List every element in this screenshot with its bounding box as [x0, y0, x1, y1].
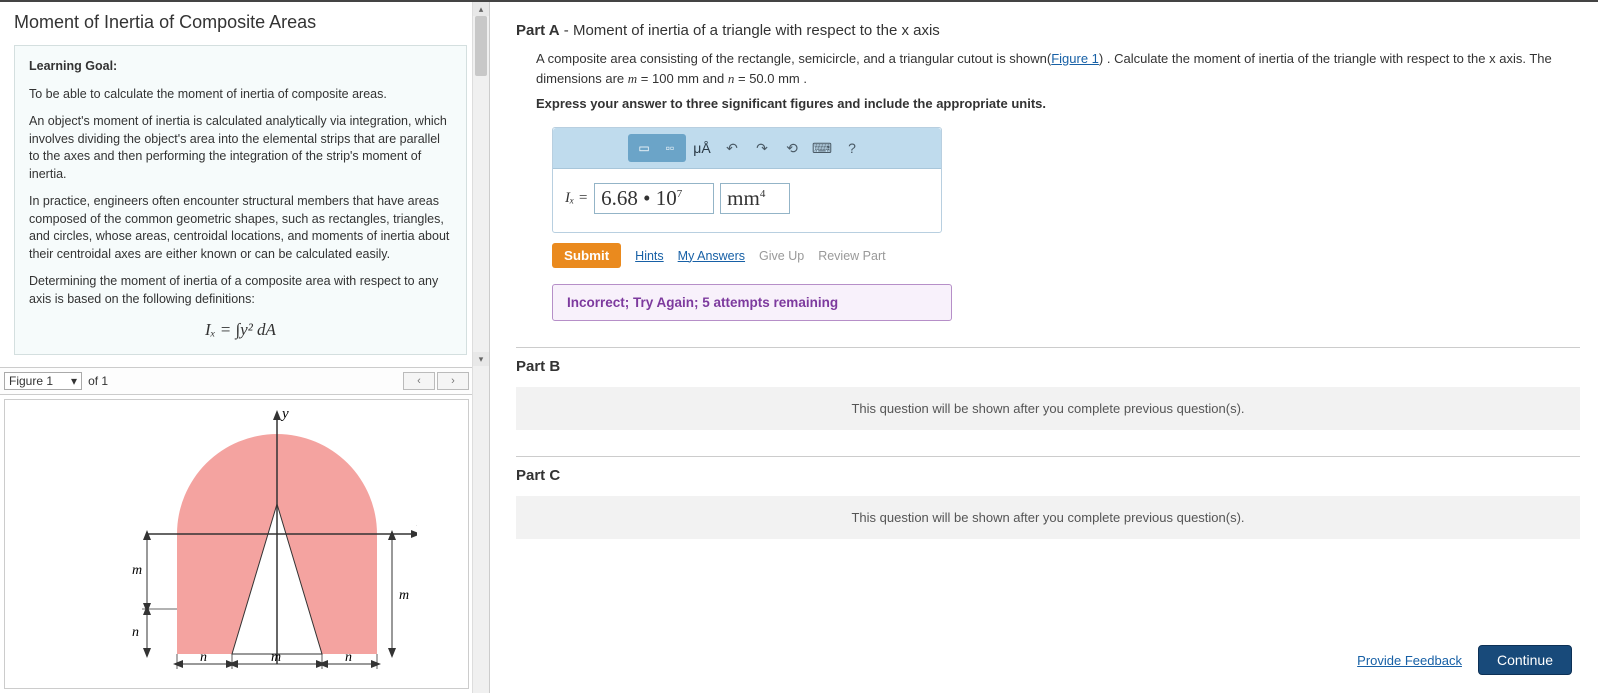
part-a-header: Part A - Moment of inertia of a triangle… — [516, 22, 1580, 39]
part-a-description: A composite area consisting of the recta… — [536, 49, 1580, 88]
goal-intro: To be able to calculate the moment of in… — [29, 86, 452, 104]
template-tool[interactable]: ▭ ▫▫ — [628, 134, 686, 162]
left-pane: ▴ ▾ Moment of Inertia of Composite Areas… — [0, 2, 490, 693]
provide-feedback-link[interactable]: Provide Feedback — [1357, 653, 1462, 668]
right-pane: Part A - Moment of inertia of a triangle… — [490, 2, 1598, 693]
x-arrow-icon — [411, 530, 417, 538]
review-part-link[interactable]: Review Part — [818, 249, 885, 263]
goal-para3: Determining the moment of inertia of a c… — [29, 273, 452, 308]
help-icon[interactable]: ? — [838, 135, 866, 161]
goal-para1: An object's moment of inertia is calcula… — [29, 113, 452, 183]
part-a-title: - Moment of inertia of a triangle with r… — [560, 22, 940, 39]
figure-area: y x m n m — [4, 399, 469, 689]
learning-goal-box: Learning Goal: To be able to calculate t… — [14, 45, 467, 355]
goal-para2: In practice, engineers often encounter s… — [29, 193, 452, 263]
scrollbar[interactable]: ▴ ▾ — [472, 2, 489, 693]
page-title: Moment of Inertia of Composite Areas — [14, 8, 467, 45]
figure-of: of 1 — [88, 374, 108, 388]
undo-icon[interactable]: ↶ — [718, 135, 746, 161]
answer-toolbar: ▭ ▫▫ μÅ ↶ ↷ ⟲ ⌨ ? — [553, 128, 941, 169]
figure-link[interactable]: Figure 1 — [1051, 51, 1099, 66]
reset-icon[interactable]: ⟲ — [778, 135, 806, 161]
part-b-label: Part B — [516, 358, 1580, 375]
part-c-locked: This question will be shown after you co… — [516, 496, 1580, 539]
hints-link[interactable]: Hints — [635, 249, 663, 263]
continue-button[interactable]: Continue — [1478, 645, 1572, 675]
unit-input[interactable]: mm4 — [720, 183, 790, 214]
keyboard-icon[interactable]: ⌨ — [808, 135, 836, 161]
footer: Provide Feedback Continue — [516, 637, 1580, 683]
part-a-label: Part A — [516, 22, 560, 39]
units-tool[interactable]: μÅ — [688, 135, 716, 161]
action-row: Submit Hints My Answers Give Up Review P… — [552, 243, 1580, 268]
submit-button[interactable]: Submit — [552, 243, 621, 268]
dropdown-icon: ▾ — [71, 374, 77, 388]
y-arrow-icon — [273, 410, 281, 420]
part-c-label: Part C — [516, 467, 1580, 484]
scroll-up-icon[interactable]: ▴ — [473, 2, 489, 16]
value-input[interactable]: 6.68 • 107 — [594, 183, 714, 214]
my-answers-link[interactable]: My Answers — [678, 249, 745, 263]
dim-n-left: n — [132, 625, 139, 640]
figure-label: Figure 1 — [9, 374, 53, 388]
figure-prev-button[interactable]: ‹ — [403, 372, 435, 390]
goal-header: Learning Goal: — [29, 58, 452, 76]
part-b-locked: This question will be shown after you co… — [516, 387, 1580, 430]
formula: Iₓ = ∫y² dA — [29, 318, 452, 342]
dim-n-bottom1: n — [200, 650, 207, 665]
figure-next-button[interactable]: › — [437, 372, 469, 390]
fraction-icon[interactable]: ▭ — [632, 137, 656, 159]
scroll-thumb[interactable] — [475, 16, 487, 76]
feedback-message: Incorrect; Try Again; 5 attempts remaini… — [552, 284, 952, 321]
axis-x-label: x — [416, 514, 417, 530]
ix-label: Iₓ = — [565, 190, 588, 207]
figure-select[interactable]: Figure 1 ▾ — [4, 372, 82, 390]
redo-icon[interactable]: ↷ — [748, 135, 776, 161]
dim-m-bottom: m — [271, 650, 281, 665]
template-icon[interactable]: ▫▫ — [658, 137, 682, 159]
dim-m-left: m — [132, 563, 142, 578]
dim-m-right: m — [399, 588, 409, 603]
give-up-link[interactable]: Give Up — [759, 249, 804, 263]
answer-box: ▭ ▫▫ μÅ ↶ ↷ ⟲ ⌨ ? Iₓ = 6.68 • 107 mm4 — [552, 127, 942, 233]
divider — [516, 456, 1580, 457]
figure-svg: y x m n m — [57, 404, 417, 684]
part-a-instruction: Express your answer to three significant… — [536, 96, 1580, 111]
dim-n-bottom2: n — [345, 650, 352, 665]
figure-bar: Figure 1 ▾ of 1 ‹ › — [0, 367, 489, 395]
axis-y-label: y — [280, 406, 289, 422]
divider — [516, 347, 1580, 348]
scroll-down-icon[interactable]: ▾ — [473, 352, 489, 366]
